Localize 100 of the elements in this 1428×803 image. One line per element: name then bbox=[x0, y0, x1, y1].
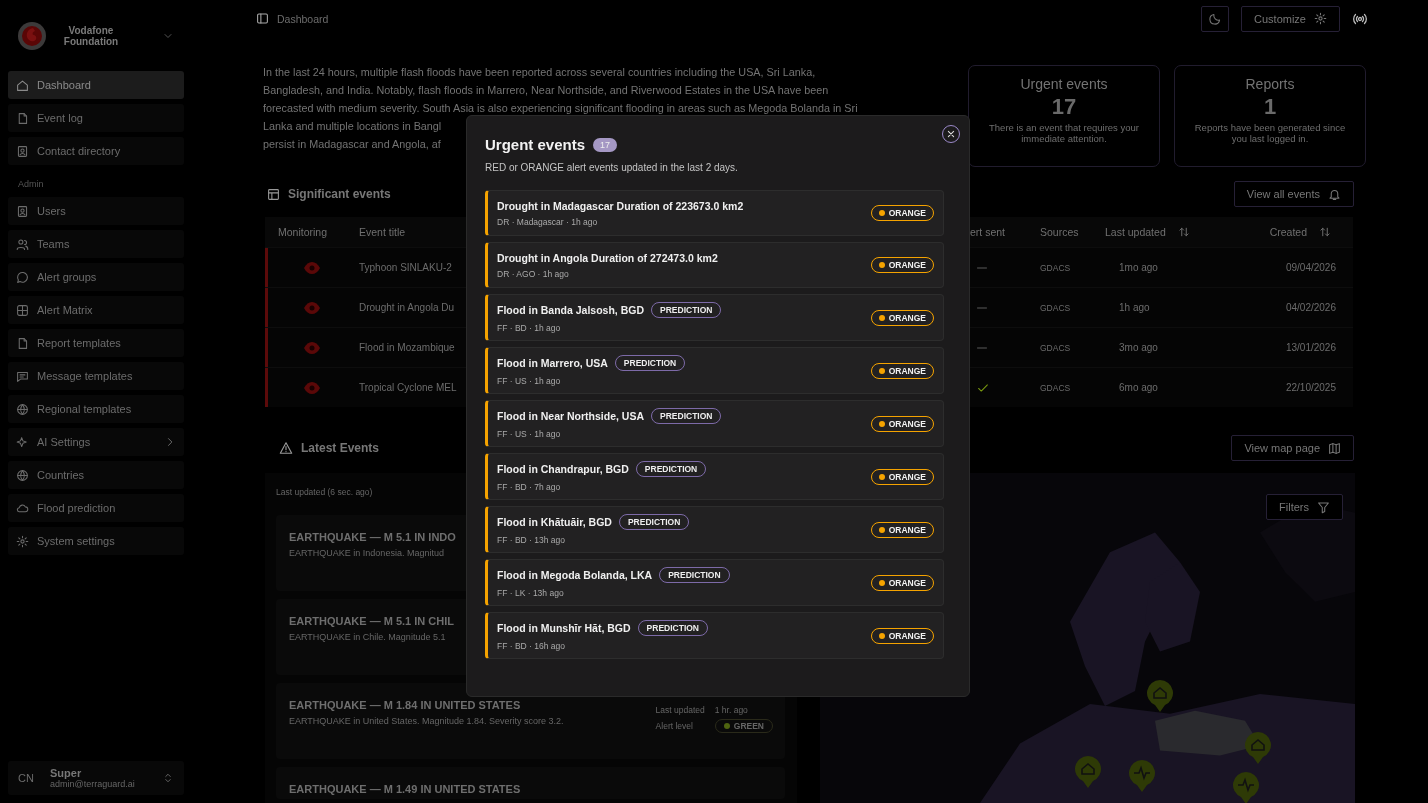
table-cell-text: 09/04/2026 bbox=[1284, 262, 1337, 273]
filters-button[interactable]: Filters bbox=[1266, 494, 1343, 520]
eye-icon[interactable] bbox=[303, 300, 321, 315]
meta-label: Last updated bbox=[655, 705, 705, 715]
globe-icon bbox=[16, 468, 29, 482]
sidebar-item[interactable]: Teams bbox=[8, 230, 184, 258]
event-title: Flood in Khātuāir, BGD bbox=[497, 516, 612, 528]
table-cell-text: 22/10/2025 bbox=[1284, 382, 1337, 393]
table-cell: Typhoon SINLAKU-2 bbox=[359, 262, 452, 273]
organization-name: Vodafone Foundation bbox=[62, 25, 120, 47]
event-meta: FF · BD · 13h ago bbox=[497, 535, 567, 545]
event-meta: FF · US · 1h ago bbox=[497, 429, 562, 439]
event-item[interactable]: Flood in Banda Jalsosh, BGD PREDICTION FF · BD · 1h ago ORANGE bbox=[485, 294, 944, 341]
map-pin-pulse-icon[interactable] bbox=[1128, 759, 1156, 793]
event-item[interactable]: Flood in Marrero, USA PREDICTION FF · US · 1h ago ORANGE bbox=[485, 347, 944, 394]
sidebar-item[interactable]: Regional templates bbox=[8, 395, 184, 423]
event-item[interactable]: Flood in Near Northside, USA PREDICTION FF · US · 1h ago ORANGE bbox=[485, 400, 944, 447]
event-item[interactable]: Drought in Angola Duration of 272473.0 km2 DR · AGO · 1h ago ORANGE bbox=[485, 242, 944, 288]
event-meta: FF · BD · 1h ago bbox=[497, 323, 562, 333]
up-down-chevron-icon bbox=[162, 772, 174, 784]
sidebar-item[interactable]: Event log bbox=[8, 104, 184, 132]
map-pin-house-icon[interactable] bbox=[1146, 679, 1174, 713]
summary-line: Lanka and multiple locations in Bangl bbox=[263, 119, 442, 134]
home-icon bbox=[16, 78, 29, 92]
sidebar-item[interactable]: Alert groups bbox=[8, 263, 184, 291]
sidebar-item[interactable]: Contact directory bbox=[8, 137, 184, 165]
table-cell-text: 6mo ago bbox=[1118, 382, 1159, 393]
column-header: ert sent bbox=[970, 226, 1006, 238]
sidebar-item[interactable]: AI Settings bbox=[8, 428, 184, 456]
event-title: Flood in Marrero, USA bbox=[497, 357, 608, 369]
view-map-page-button[interactable]: View map page bbox=[1231, 435, 1354, 461]
dialog-title: Urgent events bbox=[485, 136, 586, 153]
event-description: EARTHQUAKE in Chile. Magnitude 5.1 bbox=[289, 632, 446, 642]
map-pin-house-icon[interactable] bbox=[1074, 755, 1102, 789]
event-card[interactable]: EARTHQUAKE — M 1.49 IN UNITED STATES bbox=[276, 767, 785, 799]
event-title: EARTHQUAKE — M 1.49 IN UNITED STATES bbox=[289, 783, 521, 795]
view-all-events-button[interactable]: View all events bbox=[1233, 181, 1354, 207]
event-title: Flood in Chandrapur, BGD bbox=[497, 463, 629, 475]
sidebar-item[interactable]: Report templates bbox=[8, 329, 184, 357]
event-description: EARTHQUAKE in Indonesia. Magnitud bbox=[289, 548, 444, 558]
sidebar-item[interactable]: System settings bbox=[8, 527, 184, 555]
contact-card-icon bbox=[16, 144, 29, 158]
warning-icon bbox=[279, 441, 293, 455]
close-icon bbox=[945, 128, 957, 140]
table-cell: Tropical Cyclone MEL bbox=[359, 382, 457, 393]
event-item[interactable]: Flood in Chandrapur, BGD PREDICTION FF · BD · 7h ago ORANGE bbox=[485, 453, 944, 500]
theme-toggle-button[interactable] bbox=[1201, 5, 1230, 32]
table-cell-text: 1mo ago bbox=[1118, 262, 1159, 273]
event-title: EARTHQUAKE — M 5.1 IN INDO bbox=[289, 531, 456, 543]
eye-icon[interactable] bbox=[303, 340, 321, 355]
column-header: Last updated bbox=[1105, 226, 1166, 238]
table-cell-text: 1h ago bbox=[1118, 302, 1151, 313]
event-item[interactable]: Flood in Munshīr Hāt, BGD PREDICTION FF · BD · 16h ago ORANGE bbox=[485, 612, 944, 659]
table-cell-text: GDACS bbox=[1040, 262, 1072, 273]
summary-line: forecasted with medium severity. South Asia is also experiencing significant flooding in areas such as Megoda Bolanda in Sri bbox=[263, 101, 858, 116]
summary-line: persist in Madagascar and Angola, af bbox=[263, 137, 441, 152]
sidebar-item[interactable]: Users bbox=[8, 197, 184, 225]
document-icon bbox=[16, 336, 29, 350]
map-pin-pulse-icon[interactable] bbox=[1232, 771, 1260, 803]
event-meta: FF · LK · 13h ago bbox=[497, 588, 565, 598]
meta-label: Alert level bbox=[655, 721, 694, 731]
table-icon bbox=[267, 187, 280, 201]
event-item[interactable]: Flood in Khātuāir, BGD PREDICTION FF · BD · 13h ago ORANGE bbox=[485, 506, 944, 553]
last-updated-text: Last updated (6 sec. ago) bbox=[276, 487, 373, 497]
event-title: Flood in Banda Jalsosh, BGD bbox=[497, 304, 644, 316]
logo-icon bbox=[18, 22, 46, 50]
contact-card-icon bbox=[16, 204, 29, 218]
event-meta: FF · BD · 7h ago bbox=[497, 482, 562, 492]
table-cell-text: GDACS bbox=[1040, 342, 1072, 353]
customize-button[interactable]: Customize bbox=[1241, 5, 1340, 32]
event-title: EARTHQUAKE — M 1.84 IN UNITED STATES bbox=[289, 699, 521, 711]
column-header: Created bbox=[1269, 226, 1307, 238]
sidebar-item[interactable]: Flood prediction bbox=[8, 494, 184, 522]
event-meta: FF · BD · 16h ago bbox=[497, 641, 567, 651]
sidebar-item[interactable]: Dashboard bbox=[8, 71, 184, 99]
people-icon bbox=[16, 237, 29, 251]
sidebar-item[interactable]: Message templates bbox=[8, 362, 184, 390]
eye-icon[interactable] bbox=[303, 260, 321, 275]
column-header: Event title bbox=[359, 226, 406, 238]
section-title: Latest Events bbox=[301, 441, 380, 455]
count-badge: 17 bbox=[593, 137, 618, 152]
dialog-subtitle: RED or ORANGE alert events updated in the last 2 days. bbox=[485, 162, 739, 173]
event-title: Drought in Madagascar Duration of 223673.0 km2 bbox=[497, 199, 744, 212]
event-item[interactable]: Flood in Megoda Bolanda, LKA PREDICTION FF · LK · 13h ago ORANGE bbox=[485, 559, 944, 606]
eye-icon[interactable] bbox=[303, 380, 321, 395]
event-title: EARTHQUAKE — M 5.1 IN CHIL bbox=[289, 615, 454, 627]
moon-icon bbox=[1208, 12, 1222, 25]
sparkle-icon bbox=[16, 435, 29, 449]
sort-icon bbox=[1319, 226, 1331, 238]
event-item[interactable]: Drought in Madagascar Duration of 223673.0 km2 DR · Madagascar · 1h ago ORANGE bbox=[485, 190, 944, 236]
event-meta: DR · Madagascar · 1h ago bbox=[497, 216, 599, 227]
map-pin-house-icon[interactable] bbox=[1244, 731, 1272, 765]
globe-icon bbox=[16, 402, 29, 416]
document-icon bbox=[16, 111, 29, 125]
sidebar-item[interactable]: Countries bbox=[8, 461, 184, 489]
sidebar-item[interactable]: Alert Matrix bbox=[8, 296, 184, 324]
column-header: Sources bbox=[1040, 226, 1079, 238]
user-menu[interactable]: CN Super admin@terraguard.ai bbox=[8, 761, 184, 795]
summary-line: In the last 24 hours, multiple flash floods have been reported across several countries including the USA, Sri Lanka, bbox=[263, 65, 816, 80]
event-title: Flood in Munshīr Hāt, BGD bbox=[497, 622, 631, 634]
